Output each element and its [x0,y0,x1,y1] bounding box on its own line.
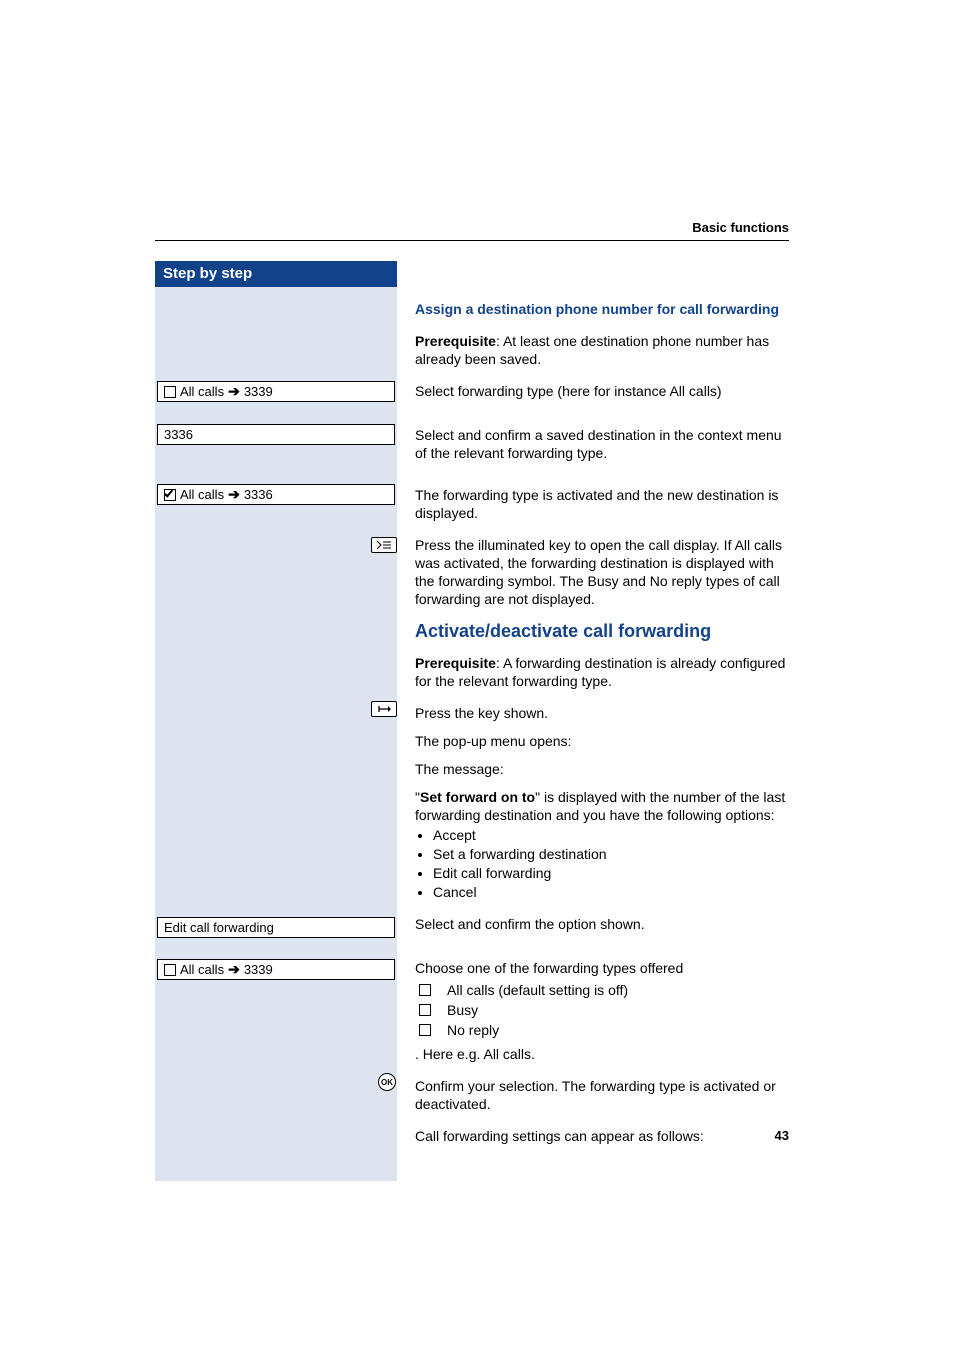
activate-p1: Press the key shown. [415,704,789,722]
activate-p2: The pop-up menu opens: [415,732,789,750]
arrow-right-icon: ➔ [228,961,240,978]
menu-label: All calls [180,383,224,400]
activate-heading: Activate/deactivate call forwarding [415,622,789,640]
assign-p3: The forwarding type is activated and the… [415,486,789,522]
bullet-item: Cancel [433,883,789,901]
check-label: All calls (default setting is off) [447,981,628,999]
header-rule [155,240,789,241]
activate-p6: . Here e.g. All calls. [415,1045,789,1063]
content-column: Assign a destination phone number for ca… [415,300,789,1159]
menu-dest: 3339 [244,383,273,400]
menu-all-calls-3336[interactable]: All calls ➔3336 [157,484,395,505]
list-right-icon [376,540,392,550]
checkbox-empty-icon [419,984,431,996]
activate-setfwd: "Set forward on to" is displayed with th… [415,788,789,824]
list-item: Busy [415,1001,789,1019]
checkbox-empty-icon [164,964,176,976]
press-key-icon[interactable] [371,701,397,717]
assign-prereq: Prerequisite: At least one destination p… [415,332,789,368]
activate-p7: Confirm your selection. The forwarding t… [415,1077,789,1113]
bullet-item: Edit call forwarding [433,864,789,882]
activate-p3: The message: [415,760,789,778]
arrow-right-icon: ➔ [228,486,240,503]
menu-edit-label: Edit call forwarding [164,919,274,936]
arrow-enter-icon [377,704,391,714]
menu-all-calls-3339-b[interactable]: All calls ➔3339 [157,959,395,980]
sidebar-title: Step by step [155,261,397,287]
activate-p4: Select and confirm the option shown. [415,915,789,933]
checkbox-checked-icon [164,489,176,501]
prereq-label: Prerequisite [415,333,496,349]
assign-p2: Select and confirm a saved destination i… [415,426,789,462]
checkbox-empty-icon [419,1024,431,1036]
call-display-key-icon[interactable] [371,537,397,553]
menu-number-value: 3336 [164,426,193,443]
menu-all-calls-3339-a[interactable]: All calls ➔3339 [157,381,395,402]
sidebar-body [155,287,397,1181]
menu-label: All calls [180,961,224,978]
list-item: No reply [415,1021,789,1039]
checkbox-empty-icon [419,1004,431,1016]
forwarding-type-list: All calls (default setting is off) Busy … [415,981,789,1039]
ok-label: OK [381,1078,393,1087]
header-section: Basic functions [692,220,789,235]
assign-title: Assign a destination phone number for ca… [415,300,789,318]
menu-dest: 3339 [244,961,273,978]
menu-label: All calls [180,486,224,503]
menu-edit-call-forwarding[interactable]: Edit call forwarding [157,917,395,938]
setfwd-bold: Set forward on to [420,789,535,805]
activate-p8: Call forwarding settings can appear as f… [415,1127,789,1145]
check-label: Busy [447,1001,478,1019]
page-number: 43 [775,1128,789,1143]
checkbox-empty-icon [164,386,176,398]
check-label: No reply [447,1021,499,1039]
activate-p5: Choose one of the forwarding types offer… [415,959,789,977]
bullet-item: Accept [433,826,789,844]
ok-button-icon[interactable]: OK [378,1073,396,1091]
activate-prereq: Prerequisite: A forwarding destination i… [415,654,789,690]
bullet-item: Set a forwarding destination [433,845,789,863]
menu-number-3336[interactable]: 3336 [157,424,395,445]
arrow-right-icon: ➔ [228,383,240,400]
assign-p4: Press the illuminated key to open the ca… [415,536,789,608]
prereq-label: Prerequisite [415,655,496,671]
options-bullet-list: Accept Set a forwarding destination Edit… [415,826,789,901]
menu-dest: 3336 [244,486,273,503]
list-item: All calls (default setting is off) [415,981,789,999]
assign-p1: Select forwarding type (here for instanc… [415,382,789,400]
